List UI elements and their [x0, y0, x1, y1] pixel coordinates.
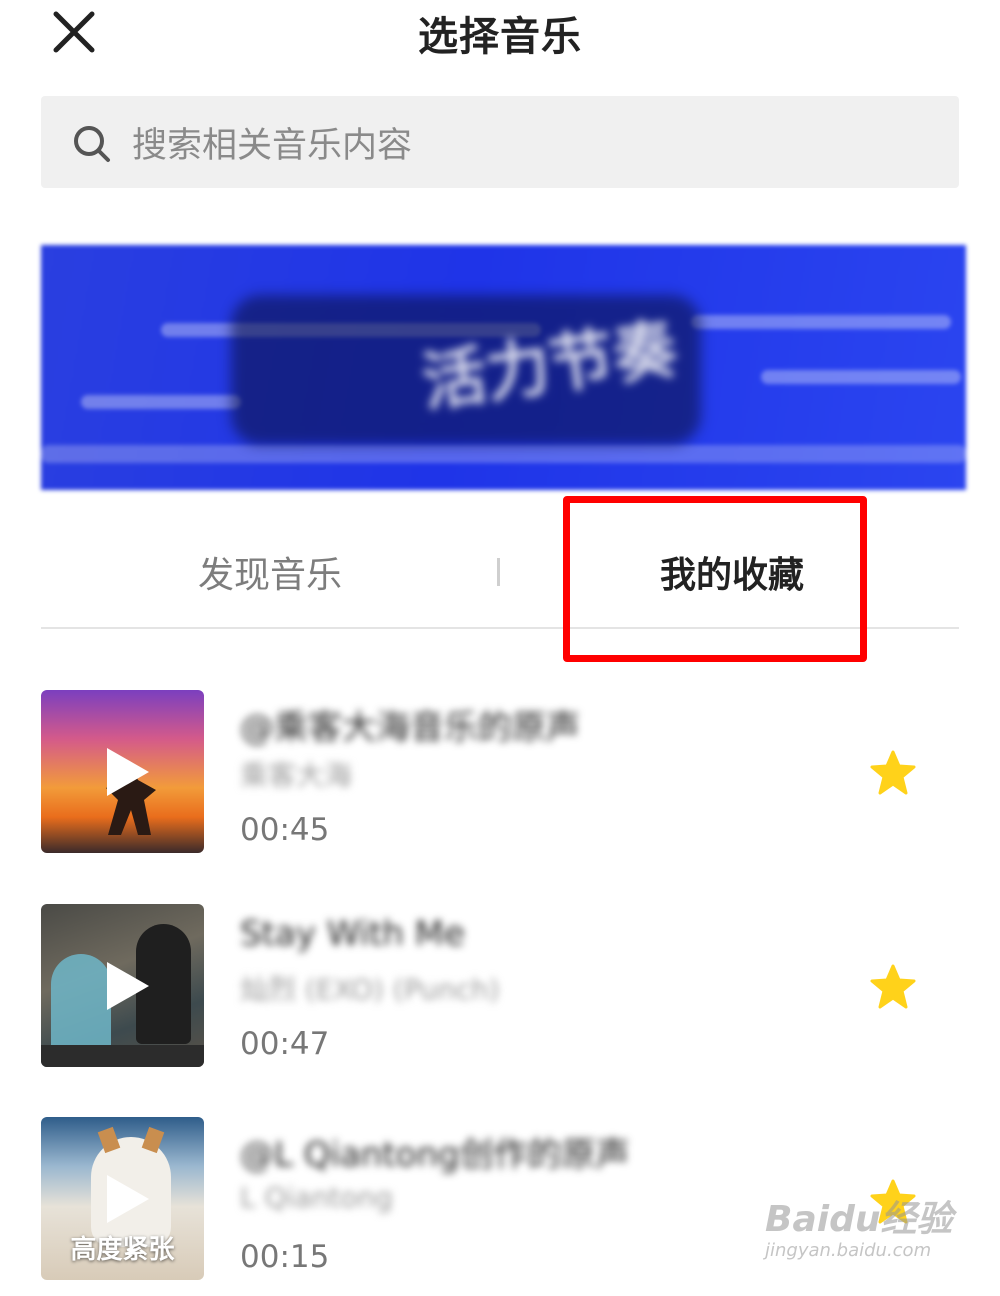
song-artist: 灿烈 (EXO) (Punch)	[240, 973, 500, 1006]
song-duration: 00:15	[240, 1239, 330, 1275]
star-favorite-icon[interactable]	[870, 750, 916, 796]
tab-divider	[497, 558, 500, 586]
promo-banner[interactable]: 活力节奏	[41, 245, 966, 490]
song-title: @L Qiantong创作的原声	[240, 1135, 630, 1175]
tab-my-favorites[interactable]: 我的收藏	[612, 546, 852, 602]
page-title: 选择音乐	[418, 14, 582, 60]
watermark-main: Baidu经验	[765, 1199, 953, 1240]
star-favorite-icon[interactable]	[870, 964, 916, 1010]
album-cover[interactable]	[41, 690, 204, 853]
tab-underline-divider	[41, 627, 959, 629]
tab-discover-music[interactable]: 发现音乐	[150, 546, 390, 602]
play-icon[interactable]	[99, 1173, 151, 1225]
song-title: Stay With Me	[240, 914, 465, 954]
song-artist: 乘客大海	[240, 759, 353, 792]
watermark-sub: jingyan.baidu.com	[765, 1240, 932, 1261]
play-icon[interactable]	[99, 960, 151, 1012]
album-cover[interactable]	[41, 904, 204, 1067]
search-icon	[74, 126, 110, 162]
search-input[interactable]	[132, 118, 912, 174]
song-duration: 00:47	[240, 1026, 330, 1062]
song-artist: L Qiantong	[240, 1181, 393, 1214]
list-item[interactable]: Stay With Me 灿烈 (EXO) (Punch) 00:47	[0, 904, 1000, 1074]
cover-caption: 高度紧张	[70, 1235, 175, 1265]
song-title: @乘客大海音乐的原声	[240, 708, 580, 748]
play-icon[interactable]	[99, 746, 151, 798]
song-duration: 00:45	[240, 812, 330, 848]
list-item[interactable]: @乘客大海音乐的原声 乘客大海 00:45	[0, 690, 1000, 860]
album-cover[interactable]: 高度紧张	[41, 1117, 204, 1280]
watermark: Baidu经验 jingyan.baidu.com	[765, 1190, 955, 1280]
